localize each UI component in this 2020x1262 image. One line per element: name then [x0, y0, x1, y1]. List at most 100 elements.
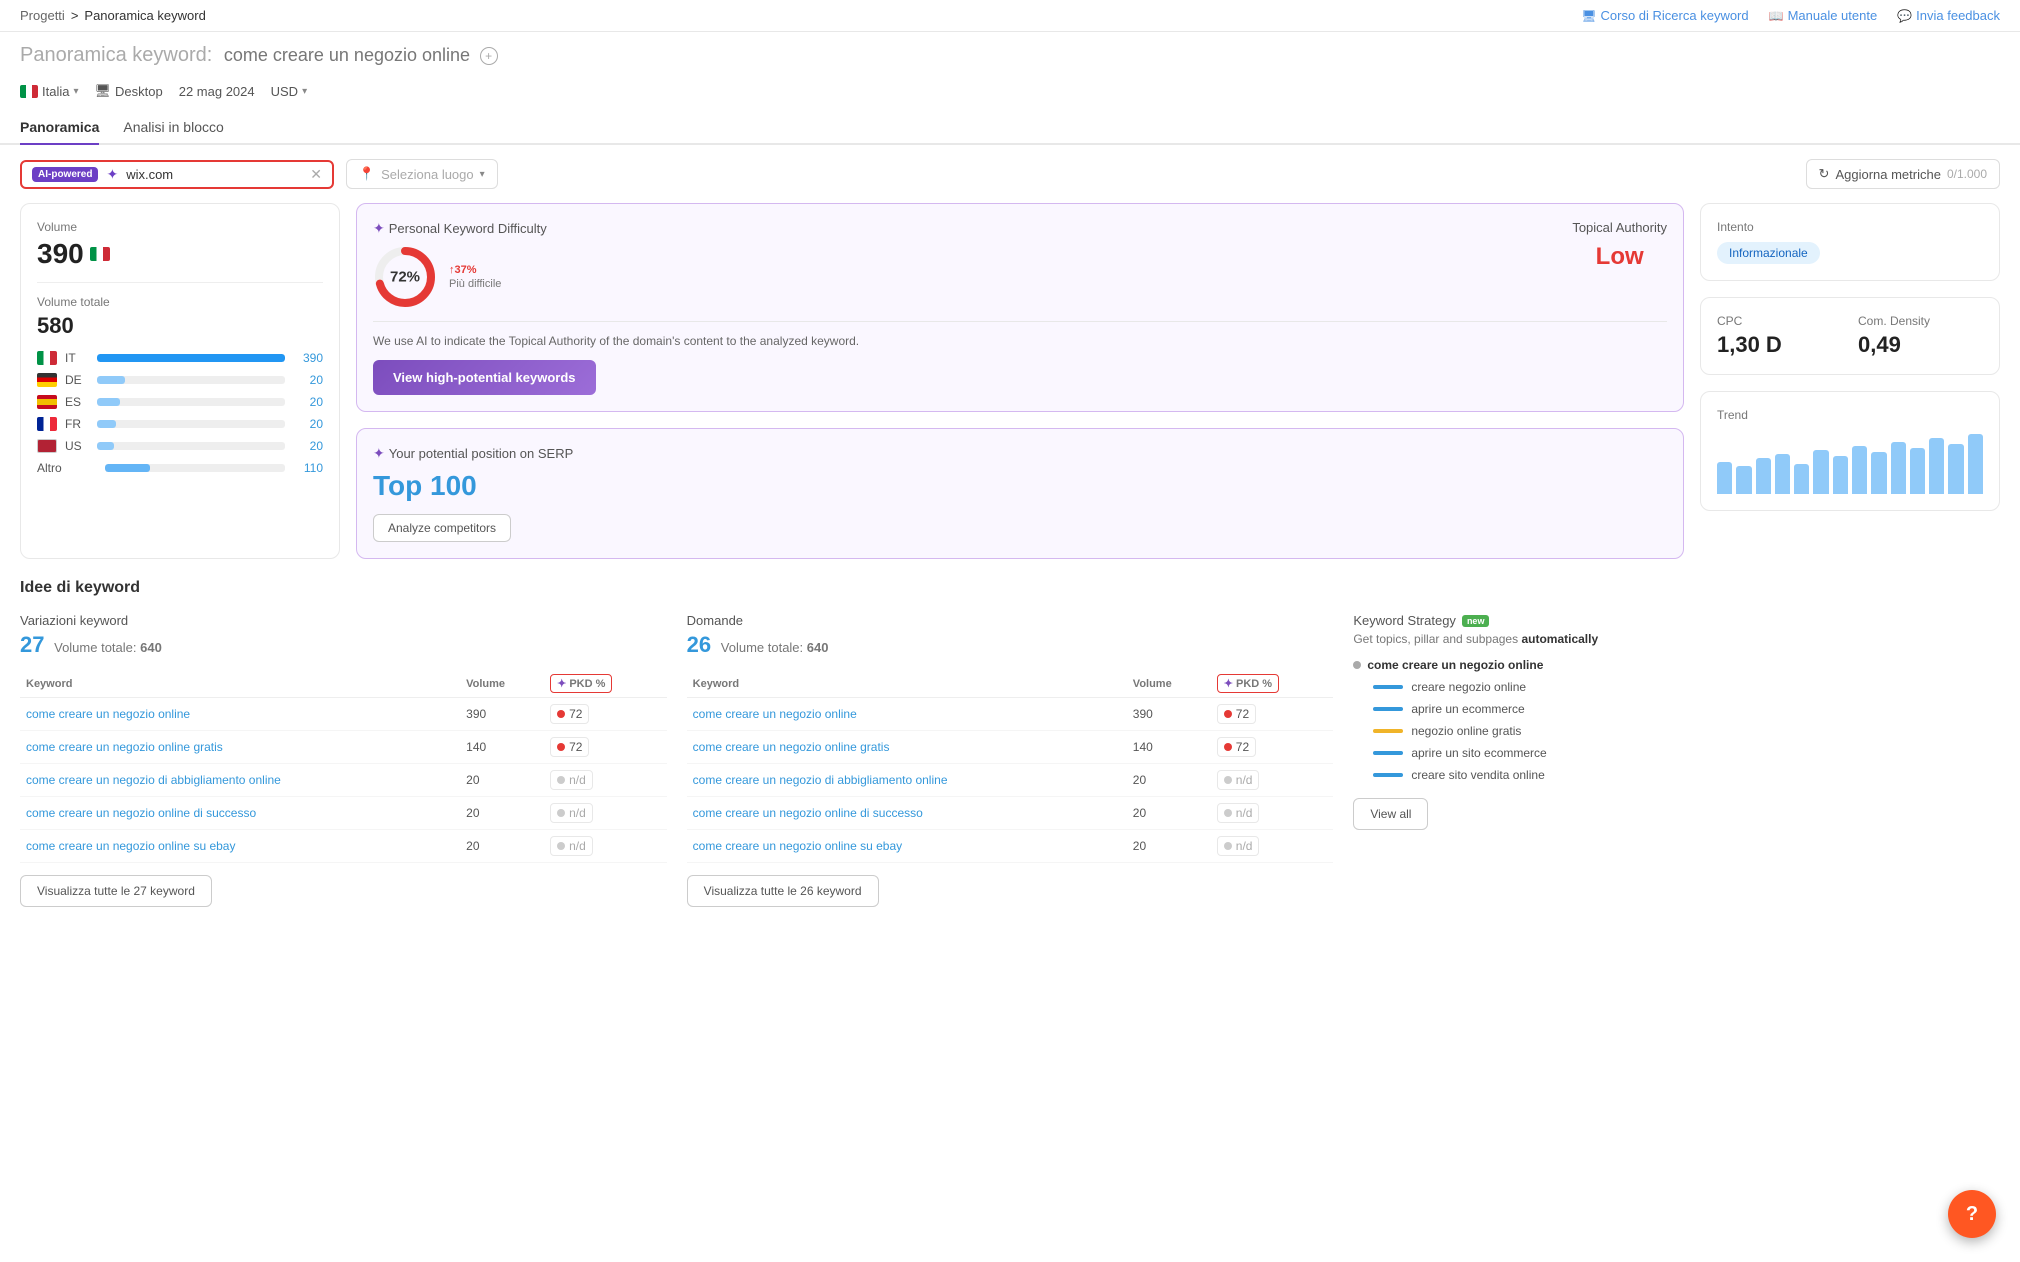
keyword-link[interactable]: come creare un negozio online su ebay [26, 839, 235, 853]
pkd-red-dot [1224, 710, 1232, 718]
country-row-fr: FR 20 [37, 417, 323, 431]
volume-cell: 20 [1127, 764, 1211, 797]
keyword-link[interactable]: come creare un negozio online di success… [26, 806, 256, 820]
update-metrics-button[interactable]: ↻ Aggiorna metriche 0/1.000 [1806, 159, 2000, 189]
col-pkd-header: ✦ PKD % [544, 670, 667, 698]
col-keyword-header: Keyword [20, 670, 460, 698]
strategy-tree: come creare un negozio online creare neg… [1353, 658, 2000, 782]
volume-card: Volume 390 Volume totale 580 IT 390 DE [20, 203, 340, 559]
pkd-red-dot [557, 743, 565, 751]
view-high-potential-button[interactable]: View high-potential keywords [373, 360, 596, 395]
close-search-icon[interactable]: ✕ [310, 166, 322, 183]
pkd-cell: n/d [1211, 830, 1334, 863]
col-volume-header: Volume [460, 670, 544, 698]
list-item: aprire un sito ecommerce [1373, 746, 2000, 760]
pkd-change: ↑37% [449, 264, 501, 276]
breadcrumb-current: Panoramica keyword [84, 8, 205, 23]
strategy-child-label: creare sito vendita online [1411, 768, 1544, 782]
new-badge: new [1462, 615, 1490, 627]
altro-bar [105, 464, 285, 472]
volume-cell: 140 [460, 731, 544, 764]
country-list: IT 390 DE 20 ES [37, 351, 323, 475]
strategy-view-all-button[interactable]: View all [1353, 798, 1428, 830]
volume-label: Volume [37, 220, 323, 234]
trend-bar [1929, 438, 1944, 494]
flag-us [37, 439, 57, 453]
strategy-title: Keyword Strategy new [1353, 613, 2000, 628]
view-all-variations-button[interactable]: Visualizza tutte le 27 keyword [20, 875, 212, 907]
locale-selector[interactable]: Italia ▾ [20, 84, 79, 99]
keyword-link[interactable]: come creare un negozio di abbigliamento … [26, 773, 281, 787]
analyze-competitors-button[interactable]: Analyze competitors [373, 514, 511, 542]
country-row-de: DE 20 [37, 373, 323, 387]
feedback-link[interactable]: Invia feedback [1897, 8, 2000, 23]
serp-value: Top 100 [373, 470, 1667, 502]
breadcrumb-home-link[interactable]: Progetti [20, 8, 65, 23]
pkd-card: ✦ Personal Keyword Difficulty 72% ↑ [356, 203, 1684, 412]
volume-cell: 140 [1127, 731, 1211, 764]
date-indicator: 22 mag 2024 [179, 84, 255, 99]
trend-bars [1717, 434, 1983, 494]
keyword-link[interactable]: come creare un negozio online [693, 707, 857, 721]
wix-star-icon: ✦ [106, 166, 118, 183]
strategy-child-label: creare negozio online [1411, 680, 1526, 694]
keyword-link[interactable]: come creare un negozio online di success… [693, 806, 923, 820]
strategy-col: Keyword Strategy new Get topics, pillar … [1353, 613, 2000, 907]
add-keyword-icon[interactable]: + [480, 47, 498, 65]
manuale-link[interactable]: Manuale utente [1769, 8, 1878, 23]
trend-bar [1871, 452, 1886, 494]
keyword-link[interactable]: come creare un negozio online su ebay [693, 839, 902, 853]
strategy-bar [1373, 685, 1403, 689]
middle-col: ✦ Personal Keyword Difficulty 72% ↑ [356, 203, 1684, 559]
main-content: Volume 390 Volume totale 580 IT 390 DE [0, 203, 2020, 579]
strategy-desc: Get topics, pillar and subpages automati… [1353, 632, 2000, 646]
domain-input[interactable] [126, 167, 302, 182]
pkd-value: 72 [1236, 740, 1249, 754]
es-bar-fill [97, 398, 120, 406]
variations-vol: Volume totale: 640 [54, 640, 162, 655]
pkd-cell: 72 [1211, 731, 1334, 764]
search-box: AI-powered ✦ ✕ [20, 160, 334, 189]
refresh-icon: ↻ [1819, 166, 1830, 182]
right-column: Intento Informazionale CPC 1,30 D Com. D… [1700, 203, 2000, 559]
pkd-cell: 72 [544, 698, 667, 731]
trend-bar [1891, 442, 1906, 494]
trend-bar [1736, 466, 1751, 494]
flag-fr [37, 417, 57, 431]
pkd-value: n/d [1236, 806, 1253, 820]
keyword-link[interactable]: come creare un negozio di abbigliamento … [693, 773, 948, 787]
pkd-percent: 72% [390, 269, 420, 286]
pkd-circle: 72% [373, 245, 437, 309]
monitor-icon [1581, 8, 1596, 23]
domande-vol: Volume totale: 640 [721, 640, 829, 655]
trend-bar [1775, 454, 1790, 494]
corso-link[interactable]: Corso di Ricerca keyword [1581, 8, 1748, 23]
flag-es [37, 395, 57, 409]
view-all-domande-button[interactable]: Visualizza tutte le 26 keyword [687, 875, 879, 907]
it-bar [97, 354, 285, 362]
pkd-header: ✦ Personal Keyword Difficulty 72% ↑ [373, 220, 1667, 309]
page-title: Panoramica keyword: come creare un negoz… [20, 44, 2000, 67]
pkd-value: n/d [569, 806, 586, 820]
variations-col: Variazioni keyword 27 Volume totale: 640… [20, 613, 667, 907]
help-fab[interactable]: ? [1948, 1190, 1996, 1238]
serp-title: ✦ Your potential position on SERP [373, 445, 1667, 462]
currency-selector[interactable]: USD ▾ [271, 84, 307, 99]
keyword-link[interactable]: come creare un negozio online [26, 707, 190, 721]
country-row-altro: Altro 110 [37, 461, 323, 475]
volume-cell: 20 [1127, 797, 1211, 830]
topical-label: Topical Authority [1572, 220, 1667, 235]
location-selector[interactable]: 📍 Seleziona luogo ▾ [346, 159, 498, 189]
pkd-red-dot [1224, 743, 1232, 751]
keyword-link[interactable]: come creare un negozio online gratis [693, 740, 890, 754]
trend-bar [1794, 464, 1809, 494]
keyword-link[interactable]: come creare un negozio online gratis [26, 740, 223, 754]
domande-title: Domande [687, 613, 1334, 628]
serp-card: ✦ Your potential position on SERP Top 10… [356, 428, 1684, 559]
pkd-meter-row: 72% ↑37% Più difficile [373, 245, 547, 309]
tab-analisi[interactable]: Analisi in blocco [123, 111, 223, 145]
tab-panoramica[interactable]: Panoramica [20, 111, 99, 145]
pkd-gray-dot [557, 809, 565, 817]
volume-cell: 20 [460, 797, 544, 830]
dom-col-pkd-header: ✦ PKD % [1211, 670, 1334, 698]
